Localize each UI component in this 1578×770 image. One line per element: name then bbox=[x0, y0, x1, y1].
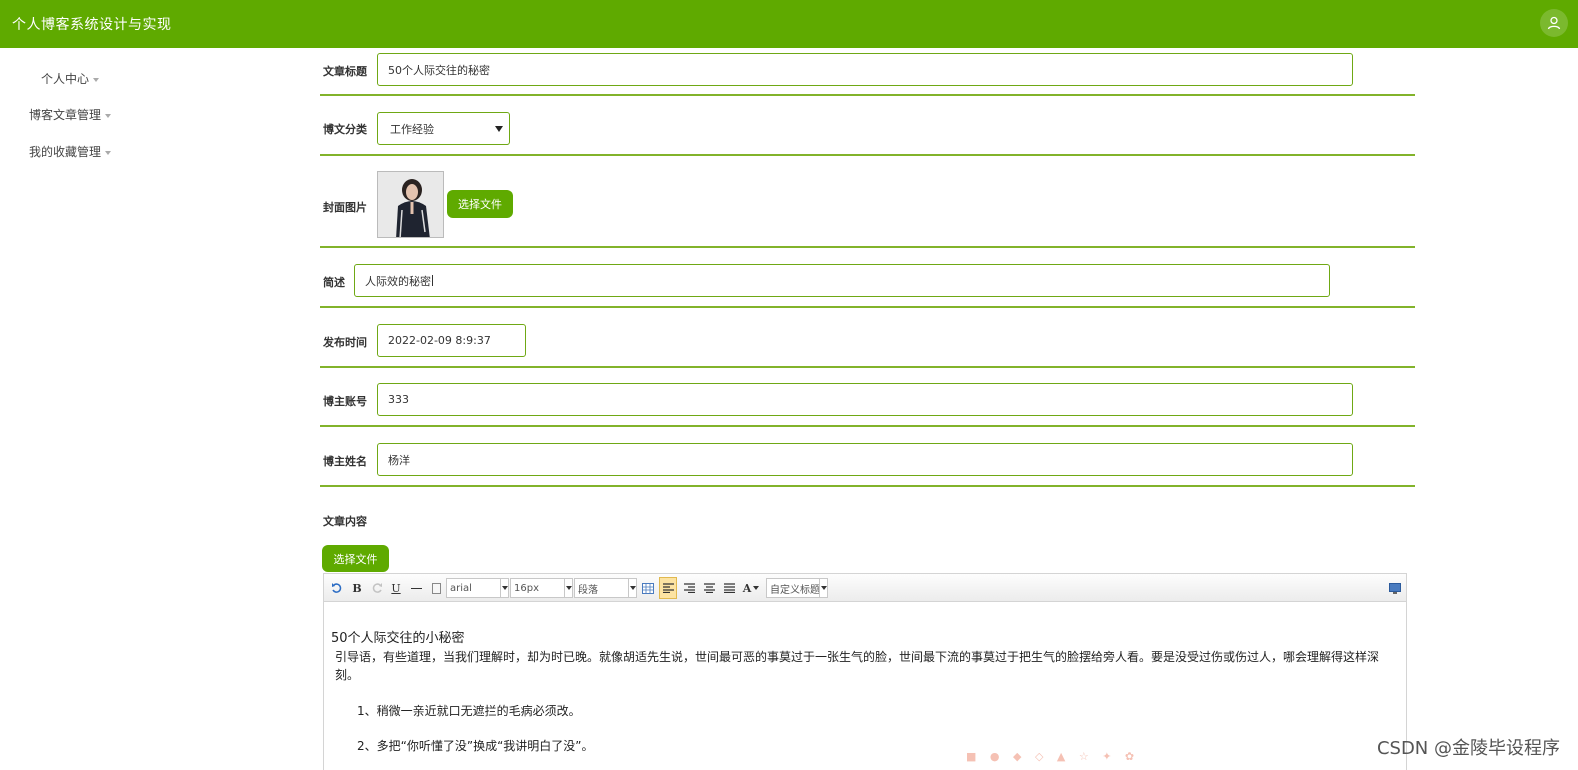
undo-icon bbox=[332, 583, 342, 593]
horizontal-rule-button[interactable] bbox=[410, 579, 422, 597]
form-row-summary: 简述 人际效的秘密 bbox=[320, 259, 1415, 308]
form-row-publish-time: 发布时间 2022-02-09 8:9:37 bbox=[320, 319, 1415, 368]
fullscreen-button[interactable] bbox=[1388, 579, 1402, 597]
content-intro: 引导语，有些道理，当我们理解时，却为时已晚。就像胡适先生说，世间最可恶的事莫过于… bbox=[335, 650, 1380, 682]
input-method-toolbar: ■ ● ◆ ◇ ▲ ☆ ✦ ✿ bbox=[966, 750, 1139, 763]
font-color-button[interactable]: A bbox=[741, 579, 761, 597]
align-center-icon bbox=[703, 583, 715, 593]
publish-time-input[interactable]: 2022-02-09 8:9:37 bbox=[377, 324, 526, 357]
paragraph-value: 段落 bbox=[578, 584, 598, 596]
summary-input[interactable]: 人际效的秘密 bbox=[354, 264, 1330, 297]
form-row-account: 博主账号 333 bbox=[320, 378, 1415, 427]
summary-value: 人际效的秘密 bbox=[365, 274, 431, 288]
align-left-button[interactable] bbox=[659, 577, 677, 599]
undo-button[interactable] bbox=[330, 579, 344, 597]
ime-icon: ■ ● ◆ ◇ ▲ ☆ ✦ ✿ bbox=[966, 750, 1140, 763]
caret-down-icon bbox=[105, 113, 111, 118]
redo-icon bbox=[372, 583, 382, 593]
name-label: 博主姓名 bbox=[323, 455, 367, 468]
sidebar-item-label: 我的收藏管理 bbox=[28, 145, 101, 159]
rich-text-editor: B U arial 16px 段落 A 自定义标题 50个人际交往的小秘密 引导… bbox=[323, 573, 1407, 770]
form-row-category: 博文分类 工作经验 bbox=[320, 106, 1415, 156]
sidebar-item-label: 博客文章管理 bbox=[28, 108, 101, 122]
name-input[interactable]: 杨洋 bbox=[377, 443, 1353, 476]
user-icon bbox=[1547, 16, 1561, 30]
chevron-down-icon bbox=[564, 579, 572, 597]
sidebar-item-favorites[interactable]: 我的收藏管理 bbox=[0, 143, 140, 160]
content-heading: 50个人际交往的小秘密 bbox=[331, 631, 465, 646]
content-item-2: 2、多把“你听懂了没”换成“我讲明白了没”。 bbox=[357, 739, 594, 753]
content-choose-file-button[interactable]: 选择文件 bbox=[322, 545, 389, 572]
chevron-down-icon bbox=[819, 579, 827, 597]
cover-label: 封面图片 bbox=[323, 201, 367, 214]
align-justify-icon bbox=[723, 583, 735, 593]
form-row-title: 文章标题 50个人际交往的秘密 bbox=[320, 48, 1415, 96]
category-select[interactable]: 工作经验 bbox=[377, 112, 510, 145]
bold-button[interactable]: B bbox=[351, 579, 363, 597]
custom-heading-select[interactable]: 自定义标题 bbox=[766, 578, 828, 598]
align-justify-button[interactable] bbox=[722, 579, 736, 597]
font-size-select[interactable]: 16px bbox=[510, 578, 573, 598]
table-button[interactable] bbox=[641, 579, 655, 597]
sidebar-item-label: 个人中心 bbox=[40, 72, 89, 86]
custom-heading-value: 自定义标题 bbox=[770, 584, 820, 596]
text-cursor-icon bbox=[432, 275, 433, 286]
editor-content[interactable]: 50个人际交往的小秘密 引导语，有些道理，当我们理解时，却为时已晚。就像胡适先生… bbox=[331, 630, 1401, 755]
paste-button[interactable] bbox=[430, 579, 442, 597]
align-right-button[interactable] bbox=[682, 579, 696, 597]
sidebar-item-blog-articles[interactable]: 博客文章管理 bbox=[0, 106, 140, 123]
cover-photo bbox=[378, 172, 443, 237]
watermark: CSDN @金陵毕设程序 bbox=[1376, 738, 1560, 759]
font-family-select[interactable]: arial bbox=[446, 578, 509, 598]
caret-down-icon bbox=[93, 77, 99, 82]
content-label: 文章内容 bbox=[323, 515, 367, 528]
align-left-icon bbox=[662, 583, 674, 593]
font-color-label: A bbox=[742, 581, 752, 595]
editor-toolbar: B U arial 16px 段落 A 自定义标题 bbox=[324, 574, 1406, 602]
title-input[interactable]: 50个人际交往的秘密 bbox=[377, 53, 1353, 86]
sidebar-item-personal-center[interactable]: 个人中心 bbox=[0, 70, 140, 87]
redo-button[interactable] bbox=[370, 579, 384, 597]
account-label: 博主账号 bbox=[323, 395, 367, 408]
monitor-icon bbox=[1389, 582, 1401, 594]
user-button[interactable] bbox=[1540, 9, 1568, 37]
category-selected-value: 工作经验 bbox=[390, 122, 434, 136]
caret-down-icon bbox=[753, 586, 760, 590]
cover-image bbox=[377, 171, 444, 238]
caret-down-icon bbox=[105, 150, 111, 155]
chevron-down-icon bbox=[500, 579, 508, 597]
underline-button[interactable]: U bbox=[390, 579, 402, 597]
category-label: 博文分类 bbox=[323, 123, 367, 136]
form-row-name: 博主姓名 杨洋 bbox=[320, 438, 1415, 487]
account-input[interactable]: 333 bbox=[377, 383, 1353, 416]
align-center-button[interactable] bbox=[702, 579, 716, 597]
font-size-value: 16px bbox=[514, 582, 539, 594]
app-title: 个人博客系统设计与实现 bbox=[12, 17, 172, 33]
chevron-down-icon bbox=[628, 579, 636, 597]
content-item-1: 1、稍微一亲近就口无遮拦的毛病必须改。 bbox=[357, 704, 581, 718]
align-right-icon bbox=[683, 583, 695, 593]
clipboard-icon bbox=[431, 582, 441, 594]
table-icon bbox=[642, 582, 654, 594]
paragraph-select[interactable]: 段落 bbox=[574, 578, 637, 598]
title-label: 文章标题 bbox=[323, 65, 367, 78]
publish-time-label: 发布时间 bbox=[323, 336, 367, 349]
form-row-cover: 封面图片 选择文件 bbox=[320, 166, 1415, 248]
cover-choose-file-button[interactable]: 选择文件 bbox=[447, 190, 513, 218]
font-family-value: arial bbox=[450, 582, 472, 594]
chevron-down-icon bbox=[495, 126, 503, 132]
summary-label: 简述 bbox=[323, 276, 345, 289]
top-bar: 个人博客系统设计与实现 bbox=[0, 0, 1578, 48]
horizontal-rule-icon bbox=[410, 587, 422, 589]
